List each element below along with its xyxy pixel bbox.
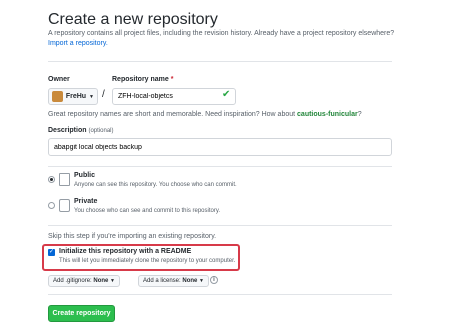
caret-down-icon: ▼ xyxy=(89,93,94,100)
create-repository-button[interactable]: Create repository xyxy=(48,305,115,322)
divider xyxy=(48,225,392,226)
license-value: None xyxy=(182,278,198,284)
gitignore-value: None xyxy=(93,278,109,284)
description-label-text: Description xyxy=(48,127,87,134)
divider xyxy=(48,294,392,295)
private-radio[interactable] xyxy=(48,202,55,209)
public-description: Anyone can see this repository. You choo… xyxy=(74,182,237,188)
public-title: Public xyxy=(74,172,96,179)
owner-label: Owner xyxy=(48,76,70,83)
page-title: Create a new repository xyxy=(48,11,218,28)
required-mark: * xyxy=(170,76,174,83)
name-hint: Great repository names are short and mem… xyxy=(48,111,362,118)
hint-text: Great repository names are short and mem… xyxy=(48,111,298,118)
avatar xyxy=(52,91,63,102)
initialize-readme-checkbox[interactable]: ✓ xyxy=(48,249,55,256)
public-radio[interactable] xyxy=(48,176,55,183)
repository-name-input[interactable] xyxy=(112,88,236,105)
owner-repo-separator: / xyxy=(102,89,105,100)
gitignore-prefix: Add .gitignore: xyxy=(53,278,92,284)
divider xyxy=(48,61,392,62)
caret-down-icon: ▼ xyxy=(199,278,204,284)
private-title: Private xyxy=(74,198,98,205)
owner-name: FreHu xyxy=(65,93,87,100)
hint-suffix: ? xyxy=(357,111,362,118)
repo-name-label: Repository name * xyxy=(112,76,173,83)
info-icon[interactable]: i xyxy=(210,276,218,284)
divider xyxy=(48,166,392,167)
description-input[interactable] xyxy=(48,138,392,156)
initialize-readme-description: This will let you immediately clone the … xyxy=(59,258,236,264)
description-label: Description (optional) xyxy=(48,127,113,134)
initialize-readme-label[interactable]: Initialize this repository with a README xyxy=(59,248,191,255)
import-repository-link[interactable]: Import a repository. xyxy=(48,40,108,47)
optional-note: (optional) xyxy=(88,128,114,134)
private-description: You choose who can see and commit to thi… xyxy=(74,208,221,214)
check-icon: ✔ xyxy=(222,89,231,100)
repo-public-icon xyxy=(59,173,70,186)
skip-note: Skip this step if you're importing an ex… xyxy=(48,233,217,240)
intro-text: A repository contains all project files,… xyxy=(48,30,395,37)
lock-icon xyxy=(59,199,70,212)
gitignore-dropdown[interactable]: Add .gitignore: None ▼ xyxy=(48,275,120,287)
name-suggestion[interactable]: cautious-funicular xyxy=(297,111,358,118)
license-prefix: Add a license: xyxy=(143,278,181,284)
repo-name-label-text: Repository name xyxy=(112,76,169,83)
caret-down-icon: ▼ xyxy=(110,278,115,284)
owner-dropdown[interactable]: FreHu ▼ xyxy=(48,88,98,105)
license-dropdown[interactable]: Add a license: None ▼ xyxy=(138,275,209,287)
